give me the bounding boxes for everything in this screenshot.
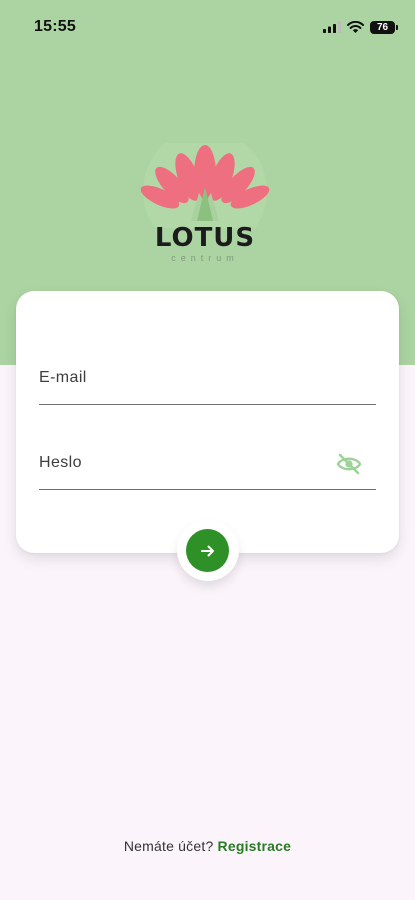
wifi-icon [347, 21, 364, 33]
email-field [39, 355, 376, 405]
register-link[interactable]: Registrace [218, 838, 292, 854]
logo-subtitle: centrum [171, 253, 239, 263]
arrow-right-icon [200, 545, 214, 556]
battery-icon: 76 [370, 20, 398, 34]
status-time: 15:55 [34, 18, 76, 35]
password-visibility-toggle[interactable] [336, 453, 362, 475]
email-input[interactable] [39, 355, 329, 401]
status-bar: 15:55 76 [0, 0, 415, 54]
password-field [39, 440, 376, 490]
lotus-logo: LOTUS centrum [135, 129, 275, 268]
logo-wordmark: LOTUS [154, 223, 256, 253]
eye-off-icon [336, 453, 362, 475]
status-icons: 76 [323, 20, 398, 34]
register-prompt-text: Nemáte účet? [123, 838, 214, 854]
register-prompt: Nemáte účet? Registrace [0, 838, 415, 854]
login-submit-button[interactable] [186, 529, 229, 572]
login-card [16, 291, 399, 553]
lotus-flower-icon [140, 129, 270, 253]
signal-icon [323, 21, 341, 33]
password-input[interactable] [39, 440, 329, 486]
battery-level: 76 [376, 21, 389, 33]
